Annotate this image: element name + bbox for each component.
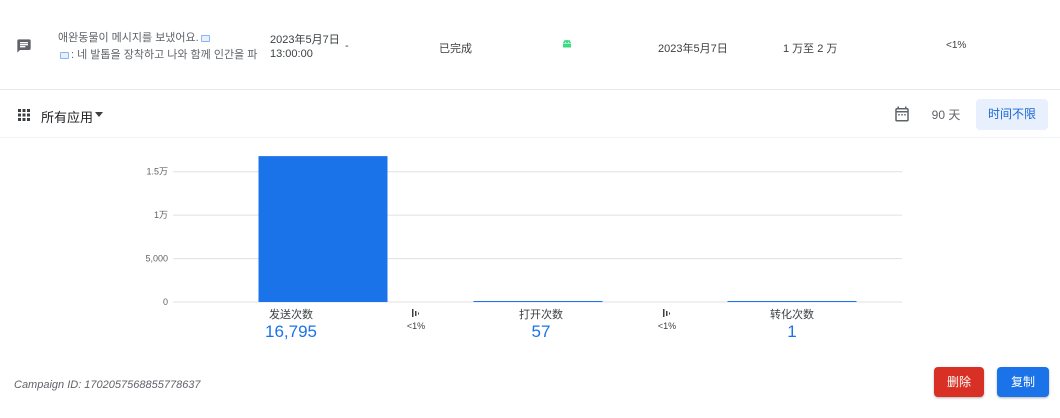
y-tick-label: 1万 xyxy=(154,210,168,220)
metric-label-opened: 打开次数 xyxy=(519,309,563,321)
copy-button[interactable]: 复制 xyxy=(997,367,1049,397)
bar-0[interactable] xyxy=(258,156,388,302)
campaign-id: Campaign ID: 1702057568855778637 xyxy=(14,379,201,391)
app-selector[interactable]: 所有应用 xyxy=(41,107,93,126)
bar-1[interactable] xyxy=(473,301,603,302)
metric-label-sent: 发送次数 xyxy=(269,309,313,321)
end-date: 2023年5月7日 xyxy=(658,43,728,55)
message-line-2: : 네 발톱을 장착하고 나와 함께 인간을 파괴해 xyxy=(71,49,258,61)
conversion-step-icon xyxy=(663,309,670,317)
metric-label-converted: 转化次数 xyxy=(770,309,814,321)
message-line-1: 애완동물이 메시지를 보냈어요. xyxy=(58,32,199,44)
grid-icon[interactable] xyxy=(18,109,30,121)
y-tick-label: 1.5万 xyxy=(146,167,168,177)
step-rate-sent-to-opened: <1% xyxy=(406,321,426,331)
envelope-icon xyxy=(200,34,210,42)
chevron-down-icon[interactable] xyxy=(95,112,103,117)
step-rate-opened-to-converted: <1% xyxy=(657,321,677,331)
status-text: 已完成 xyxy=(439,43,472,55)
bar-2[interactable] xyxy=(727,301,857,302)
y-tick-label: 0 xyxy=(163,297,168,307)
audience-range: 1 万至 2 万 xyxy=(783,43,838,55)
campaign-row[interactable]: 애완동물이 메시지를 보냈어요. : 네 발톱을 장착하고 나와 함께 인간을 … xyxy=(0,0,1060,90)
metric-value-converted: 1 xyxy=(787,322,797,341)
scheduled-time: 13:00:00 xyxy=(270,48,313,60)
empty-cell: - xyxy=(345,40,349,52)
scheduled-date: 2023年5月7日 xyxy=(270,34,340,46)
y-tick-label: 5,000 xyxy=(145,254,168,264)
conversion-step-icon xyxy=(412,309,419,317)
range-90-days-button[interactable]: 90 天 xyxy=(922,106,970,124)
scheduled-datetime: 2023年5月7日 13:00:00 xyxy=(270,33,340,61)
calendar-icon[interactable] xyxy=(893,105,911,123)
message-preview: 애완동물이 메시지를 보냈어요. : 네 발톱을 장착하고 나와 함께 인간을 … xyxy=(58,30,258,64)
metric-value-opened: 57 xyxy=(531,322,551,341)
message-icon xyxy=(17,39,31,53)
conversion-rate: <1% xyxy=(946,40,967,51)
android-icon xyxy=(563,39,571,48)
metric-value-sent: 16,795 xyxy=(265,322,317,341)
envelope-icon xyxy=(60,51,69,59)
delete-button[interactable]: 删除 xyxy=(934,367,984,397)
range-unlimited-button[interactable]: 时间不限 xyxy=(976,99,1048,130)
